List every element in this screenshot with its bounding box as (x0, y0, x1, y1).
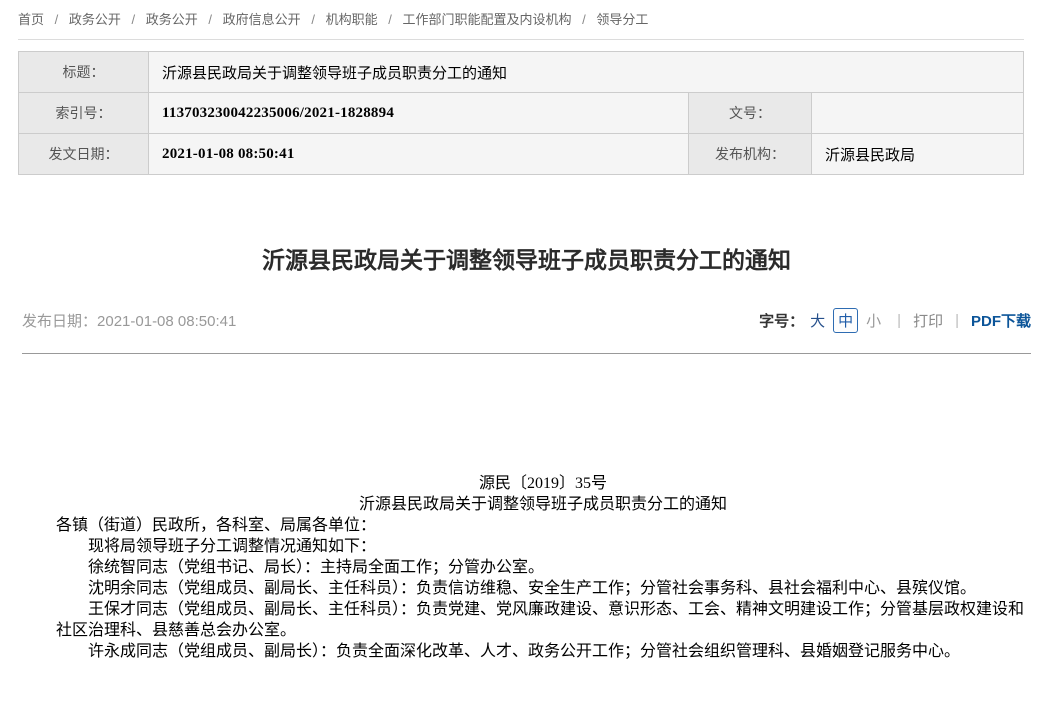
publish-date-label: 发布日期： (22, 313, 97, 330)
paragraph: 王保才同志（党组成员、副局长、主任科员）：负责党建、党风廉政建设、意识形态、工会… (56, 599, 1030, 641)
meta-row-index: 索引号： 113703230042235006/2021-1828894 文号： (19, 93, 1024, 134)
breadcrumb: 首页 / 政务公开 / 政务公开 / 政府信息公开 / 机构职能 / 工作部门职… (18, 0, 1024, 40)
breadcrumb-link-zhengwu-1[interactable]: 政务公开 (69, 12, 121, 27)
breadcrumb-separator: / (582, 12, 586, 27)
pdf-download-button[interactable]: PDF下载 (971, 310, 1031, 331)
article-body: 源民〔2019〕35号 沂源县民政局关于调整领导班子成员职责分工的通知 各镇（街… (0, 354, 1053, 662)
breadcrumb-link-leader-division[interactable]: 领导分工 (596, 12, 648, 27)
breadcrumb-separator: / (311, 12, 315, 27)
breadcrumb-link-zhengwu-2[interactable]: 政务公开 (146, 12, 198, 27)
publish-date-value: 2021-01-08 08:50:41 (97, 313, 236, 330)
paragraph: 沈明余同志（党组成员、副局长、主任科员）：负责信访维稳、安全生产工作；分管社会事… (56, 578, 1030, 599)
breadcrumb-separator: / (208, 12, 212, 27)
meta-label-issue-date: 发文日期： (19, 134, 149, 175)
meta-value-issuing-org: 沂源县民政局 (812, 134, 1024, 175)
document-number: 源民〔2019〕35号 (56, 473, 1030, 494)
document-body-title: 沂源县民政局关于调整领导班子成员职责分工的通知 (56, 494, 1030, 515)
font-size-small-button[interactable]: 小 (866, 310, 881, 331)
font-size-label: 字号： (759, 310, 804, 331)
publish-date: 发布日期：2021-01-08 08:50:41 (22, 310, 236, 331)
breadcrumb-separator: / (132, 12, 136, 27)
breadcrumb-link-org-functions[interactable]: 机构职能 (326, 12, 378, 27)
meta-table: 标题： 沂源县民政局关于调整领导班子成员职责分工的通知 索引号： 1137032… (18, 51, 1024, 175)
meta-label-doc-number: 文号： (689, 93, 812, 134)
font-size-medium-button[interactable]: 中 (833, 308, 858, 333)
page-title: 沂源县民政局关于调整领导班子成员职责分工的通知 (20, 245, 1033, 275)
toolbar-separator: | (897, 312, 901, 329)
paragraph: 现将局领导班子分工调整情况通知如下： (56, 536, 1030, 557)
breadcrumb-separator: / (55, 12, 59, 27)
paragraph: 许永成同志（党组成员、副局长）：负责全面深化改革、人才、政务公开工作；分管社会组… (56, 641, 1030, 662)
breadcrumb-link-info-disclosure[interactable]: 政府信息公开 (223, 12, 301, 27)
page: 首页 / 政务公开 / 政务公开 / 政府信息公开 / 机构职能 / 工作部门职… (0, 0, 1053, 723)
meta-label-index-number: 索引号： (19, 93, 149, 134)
paragraph: 各镇（街道）民政所，各科室、局属各单位： (56, 515, 1030, 536)
paragraph: 徐统智同志（党组书记、局长）：主持局全面工作；分管办公室。 (56, 557, 1030, 578)
article-meta-bar: 发布日期：2021-01-08 08:50:41 字号： 大 中 小 | 打印 … (22, 308, 1031, 333)
meta-value-index-number: 113703230042235006/2021-1828894 (149, 93, 689, 134)
breadcrumb-separator: / (388, 12, 392, 27)
article-toolbar: 字号： 大 中 小 | 打印 | PDF下载 (759, 308, 1031, 333)
meta-label-title: 标题： (19, 52, 149, 93)
meta-value-issue-date: 2021-01-08 08:50:41 (149, 134, 689, 175)
font-size-large-button[interactable]: 大 (810, 310, 825, 331)
meta-value-doc-number (812, 93, 1024, 134)
toolbar-separator: | (955, 312, 959, 329)
meta-row-title: 标题： 沂源县民政局关于调整领导班子成员职责分工的通知 (19, 52, 1024, 93)
print-button[interactable]: 打印 (913, 310, 943, 331)
meta-row-date: 发文日期： 2021-01-08 08:50:41 发布机构： 沂源县民政局 (19, 134, 1024, 175)
breadcrumb-link-home[interactable]: 首页 (18, 12, 44, 27)
breadcrumb-link-dept-config[interactable]: 工作部门职能配置及内设机构 (402, 12, 571, 27)
meta-label-issuing-org: 发布机构： (689, 134, 812, 175)
meta-value-title: 沂源县民政局关于调整领导班子成员职责分工的通知 (149, 52, 1024, 93)
